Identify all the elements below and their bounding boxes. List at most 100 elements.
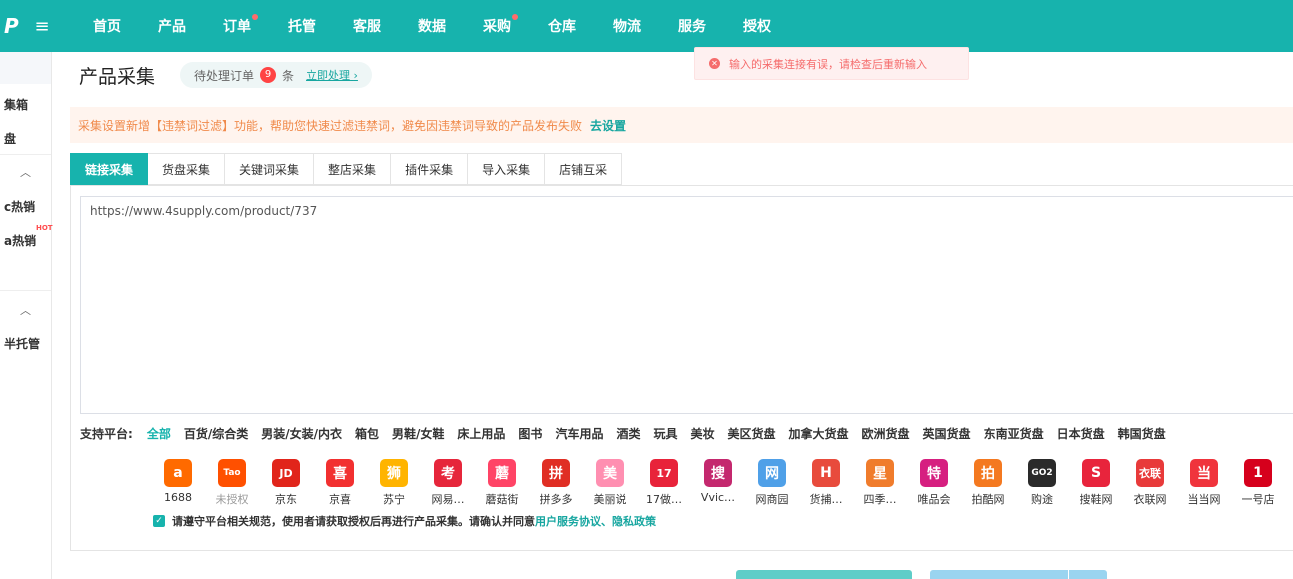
platform-category[interactable]: 床上用品	[457, 425, 505, 442]
platform-logo-item[interactable]: 网网商园	[745, 459, 799, 511]
platform-category[interactable]: 图书	[518, 425, 542, 442]
tab-import-collect[interactable]: 导入采集	[468, 153, 546, 185]
platform-logo-item[interactable]: 拍拍酷网	[961, 459, 1015, 511]
platform-logo-icon: 衣联	[1136, 459, 1164, 487]
platform-category[interactable]: 汽车用品	[555, 425, 603, 442]
agree-checkbox[interactable]: ✓	[153, 515, 165, 527]
sidebar-item-hot-1[interactable]: c热销	[4, 198, 35, 215]
go-settings-link[interactable]: 去设置	[590, 117, 626, 134]
nav-item-services[interactable]: 服务	[678, 16, 706, 36]
sidebar-item-semi-hosting[interactable]: 半托管	[4, 335, 40, 352]
nav-item-purchase[interactable]: 采购	[483, 14, 518, 36]
platform-logo-icon: H	[812, 459, 840, 487]
platform-logo-icon: 当	[1190, 459, 1218, 487]
platform-category[interactable]: 酒类	[616, 425, 640, 442]
chevron-up-icon[interactable]: ︿	[0, 302, 51, 318]
platform-logo-icon: 喜	[326, 459, 354, 487]
menu-icon[interactable]: ≡	[28, 16, 56, 37]
nav-item-logistics[interactable]: 物流	[613, 16, 641, 36]
platform-category[interactable]: 东南亚货盘	[984, 425, 1044, 442]
platform-logo-name: 四季…	[863, 493, 897, 506]
platform-logo-item[interactable]: 衣联 衣联网	[1123, 459, 1177, 511]
process-now-link[interactable]: 立即处理 ›	[306, 67, 358, 83]
platform-logo-icon: 考	[434, 459, 462, 487]
brand-logo[interactable]: P	[4, 14, 24, 38]
nav-item-warehouse[interactable]: 仓库	[548, 16, 576, 36]
platform-logo-item[interactable]: 搜 Vvic…	[691, 459, 745, 511]
platform-logo-icon: 拼	[542, 459, 570, 487]
platform-logo-item[interactable]: 星四季…	[853, 459, 907, 511]
page-title: 产品采集	[79, 66, 156, 88]
tab-plugin-collect[interactable]: 插件采集	[391, 153, 469, 185]
platform-logo-item[interactable]: 美美丽说	[583, 459, 637, 511]
dropdown-chevron-button[interactable]	[1069, 570, 1107, 579]
platform-logo-item[interactable]: a 1688	[151, 459, 205, 511]
platform-logo-item[interactable]: 考网易…	[421, 459, 475, 511]
platform-logo-item[interactable]: JD 京东	[259, 459, 313, 511]
platform-category[interactable]: 加拿大货盘	[789, 425, 849, 442]
platform-logo-item[interactable]: 1 一号店	[1231, 459, 1285, 511]
platform-logo-icon: S	[1082, 459, 1110, 487]
platform-label: 支持平台:	[80, 426, 133, 441]
platform-logo-item[interactable]: Tao 未授权	[205, 459, 259, 511]
platform-category[interactable]: 男装/女装/内衣	[261, 425, 342, 442]
nav-item-purchase-label: 采购	[483, 19, 511, 35]
platform-category[interactable]: 全部	[147, 425, 171, 442]
platform-logo-item[interactable]: 狮苏宁	[367, 459, 421, 511]
platform-logo-item[interactable]: 17 17做…	[637, 459, 691, 511]
platform-logo-item[interactable]: H 货捕…	[799, 459, 853, 511]
platform-logo-item[interactable]: 包包	[1285, 459, 1293, 511]
platform-category[interactable]: 男鞋/女鞋	[392, 425, 444, 442]
nav-item-products[interactable]: 产品	[158, 16, 186, 36]
platform-category[interactable]: 美妆	[690, 425, 714, 442]
platform-logo-item[interactable]: GO2 购途	[1015, 459, 1069, 511]
nav-item-orders-label: 订单	[223, 19, 251, 35]
platform-category[interactable]: 百货/综合类	[184, 425, 248, 442]
error-toast: ✕ 输入的采集连接有误，请检查后重新输入	[694, 47, 969, 80]
platform-logo-name: 拍酷网	[971, 493, 1005, 506]
url-input[interactable]: https://www.4supply.com/product/737	[80, 196, 1293, 414]
nav-item-hosting[interactable]: 托管	[288, 16, 316, 36]
tab-link-collect[interactable]: 链接采集	[70, 153, 149, 185]
platform-logo-icon: 蘑	[488, 459, 516, 487]
platform-category[interactable]: 日本货盘	[1057, 425, 1105, 442]
platform-logo-item[interactable]: 喜京喜	[313, 459, 367, 511]
platform-logo-item[interactable]: 特唯品会	[907, 459, 961, 511]
tab-keyword-collect[interactable]: 关键词采集	[225, 153, 315, 185]
platform-category[interactable]: 美区货盘	[728, 425, 776, 442]
process-now-label: 立即处理	[306, 69, 351, 82]
platform-category[interactable]: 玩具	[653, 425, 677, 442]
sidebar-item-pallet[interactable]: 盘	[4, 130, 16, 147]
platform-category[interactable]: 英国货盘	[923, 425, 971, 442]
nav-item-authorize[interactable]: 授权	[743, 16, 771, 36]
nav-item-data[interactable]: 数据	[418, 16, 446, 36]
tab-store-collect[interactable]: 整店采集	[314, 153, 392, 185]
sidebar-item-hot-2[interactable]: a热销	[4, 232, 36, 249]
chevron-up-icon[interactable]: ︿	[0, 164, 51, 180]
pending-prefix: 待处理订单	[194, 68, 255, 83]
tab-pallet-collect[interactable]: 货盘采集	[148, 153, 226, 185]
platform-logo-name: 京东	[275, 493, 297, 506]
platform-logo-item[interactable]: 当当当网	[1177, 459, 1231, 511]
platform-category[interactable]: 欧洲货盘	[862, 425, 910, 442]
platform-logo-icon: 17	[650, 459, 678, 487]
platform-logo-name: 货捕…	[809, 493, 843, 506]
sidebar-item-collect-box[interactable]: 集箱	[4, 96, 28, 113]
nav-item-home[interactable]: 首页	[93, 16, 121, 36]
platform-logo-item[interactable]: S 搜鞋网	[1069, 459, 1123, 511]
platform-logo-icon: 星	[866, 459, 894, 487]
nav-item-service[interactable]: 客服	[353, 16, 381, 36]
collect-panel: https://www.4supply.com/product/737 支持平台…	[70, 185, 1293, 551]
platform-logo-item[interactable]: 拼拼多多	[529, 459, 583, 511]
agreement-link[interactable]: 用户服务协议、隐私政策	[535, 513, 656, 529]
agreement-text: 请遵守平台相关规范，使用者请获取授权后再进行产品采集。请确认并同意	[172, 515, 535, 528]
platform-logo-item[interactable]: 蘑蘑菇街	[475, 459, 529, 511]
platform-category[interactable]: 韩国货盘	[1118, 425, 1166, 442]
tab-store-mutual[interactable]: 店铺互采	[545, 153, 623, 185]
nav-item-orders[interactable]: 订单	[223, 14, 258, 36]
platform-category[interactable]: 箱包	[355, 425, 379, 442]
notification-dot	[252, 14, 258, 20]
start-collect-button[interactable]	[736, 570, 912, 579]
platform-logo-name: 1688	[164, 491, 192, 504]
collect-and-edit-button[interactable]	[930, 570, 1068, 579]
